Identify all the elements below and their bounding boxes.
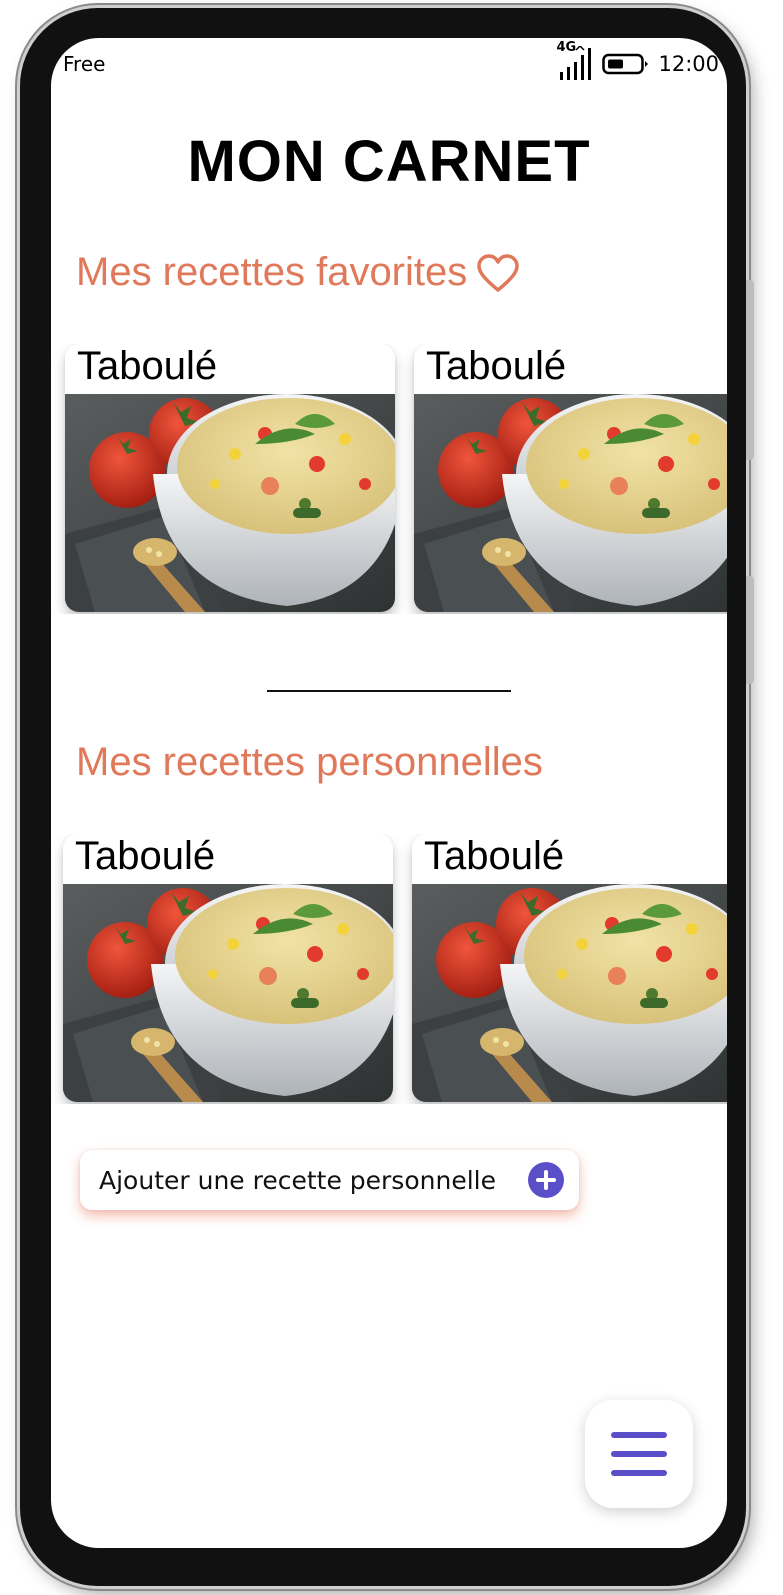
signal-icon: 4G	[556, 40, 594, 82]
status-carrier: Free	[63, 52, 106, 76]
recipe-image	[65, 394, 395, 612]
screen: Free 4G 12:00 MON CARNET Mes recettes fa…	[51, 38, 727, 1548]
recipe-card[interactable]: Taboulé	[412, 834, 727, 1102]
recipe-card[interactable]: Taboulé	[65, 344, 395, 612]
phone-side-button	[746, 576, 754, 684]
recipe-card-title: Taboulé	[424, 834, 565, 878]
plus-circle-icon	[528, 1162, 564, 1198]
status-bar-right: 4G 12:00	[556, 40, 719, 82]
personal-carousel[interactable]: Taboulé Taboulé	[51, 834, 727, 1104]
add-personal-recipe-label: Ajouter une recette personnelle	[99, 1165, 496, 1195]
menu-button[interactable]	[585, 1400, 693, 1508]
phone-side-button	[746, 280, 754, 460]
recipe-card[interactable]: Taboulé	[63, 834, 393, 1102]
recipe-image	[414, 394, 727, 612]
heart-icon[interactable]	[476, 254, 520, 294]
favorites-section-title: Mes recettes favorites	[76, 250, 468, 294]
personal-section-title: Mes recettes personnelles	[76, 740, 543, 784]
section-divider	[267, 690, 511, 692]
recipe-card-title: Taboulé	[426, 344, 567, 388]
favorites-carousel[interactable]: Taboulé Taboulé	[51, 344, 727, 614]
recipe-image	[412, 884, 727, 1102]
recipe-card-title: Taboulé	[75, 834, 216, 878]
battery-icon	[602, 53, 649, 75]
recipe-image	[63, 884, 393, 1102]
page-title: MON CARNET	[187, 129, 591, 194]
hamburger-menu-icon	[611, 1432, 667, 1476]
status-time: 12:00	[658, 52, 719, 76]
recipe-card-title: Taboulé	[77, 344, 218, 388]
add-personal-recipe-button[interactable]: Ajouter une recette personnelle	[80, 1150, 579, 1210]
recipe-card[interactable]: Taboulé	[414, 344, 727, 612]
